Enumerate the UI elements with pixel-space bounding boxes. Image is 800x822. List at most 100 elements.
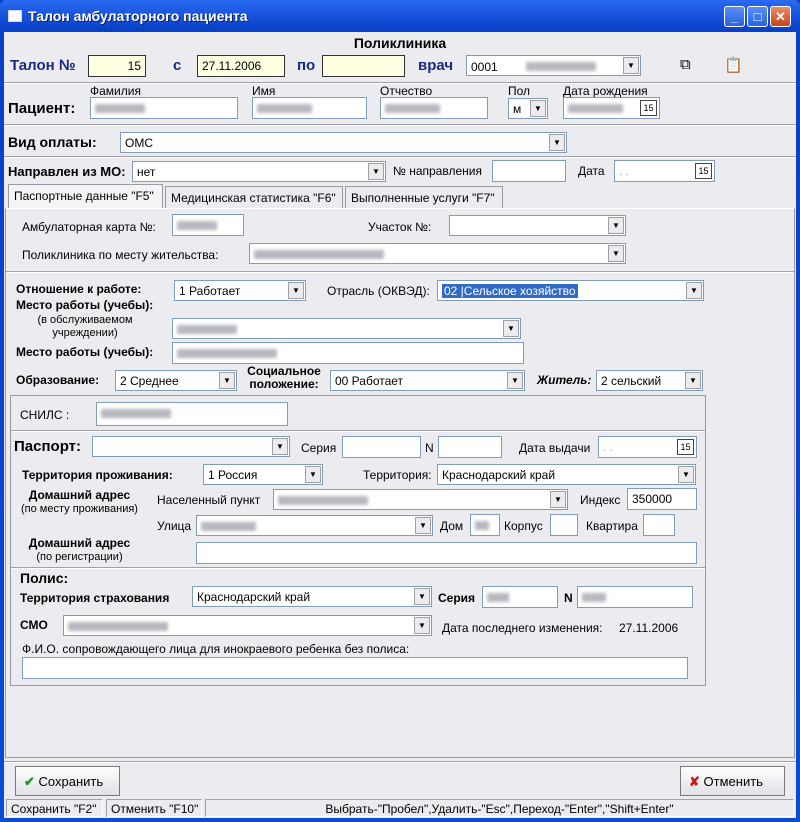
tab-services[interactable]: Выполненные услуги "F7": [345, 186, 503, 208]
snils-input[interactable]: [96, 402, 288, 426]
doctor-combo[interactable]: 0001 ▼: [466, 55, 641, 76]
chevron-down-icon[interactable]: ▼: [415, 517, 431, 534]
industry-combo[interactable]: 02 |Сельское хозяйство ▼: [437, 280, 704, 301]
from-date-input[interactable]: 27.11.2006: [197, 55, 285, 77]
redacted-value: [177, 325, 237, 334]
patronymic-label: Отчество: [380, 84, 433, 98]
to-date-input[interactable]: [322, 55, 405, 77]
referral-combo[interactable]: нет ▼: [132, 161, 386, 182]
referral-number-input[interactable]: [492, 160, 566, 182]
chevron-down-icon[interactable]: ▼: [414, 588, 430, 605]
smo-label: СМО: [20, 618, 48, 632]
payment-combo[interactable]: ОМС ▼: [120, 132, 567, 153]
calendar-icon[interactable]: 15: [640, 100, 657, 116]
workplace-input[interactable]: [172, 342, 524, 364]
birthdate-label: Дата рождения: [563, 84, 648, 98]
resident-label: Житель:: [537, 373, 592, 387]
insurance-territory-combo[interactable]: Краснодарский край ▼: [192, 586, 432, 607]
clinic-label: Поликлиника по месту жительства:: [22, 248, 219, 262]
chevron-down-icon[interactable]: ▼: [608, 245, 624, 262]
chevron-down-icon[interactable]: ▼: [608, 217, 624, 234]
chevron-down-icon[interactable]: ▼: [685, 372, 701, 389]
title-bar[interactable]: Талон амбулаторного пациента _ □ ✕: [0, 0, 800, 32]
chevron-down-icon[interactable]: ▼: [549, 134, 565, 151]
locality-combo[interactable]: ▼: [273, 489, 568, 510]
chevron-down-icon[interactable]: ▼: [503, 320, 519, 337]
copy-icon[interactable]: ⧉: [680, 56, 691, 73]
index-input[interactable]: 350000: [627, 488, 697, 510]
payment-value: ОМС: [125, 136, 153, 150]
referral-value: нет: [137, 165, 156, 179]
companion-input[interactable]: [22, 657, 688, 679]
paste-icon[interactable]: 📋: [724, 56, 743, 74]
chevron-down-icon[interactable]: ▼: [272, 438, 288, 455]
tab-passport-data[interactable]: Паспортные данные "F5": [8, 184, 163, 209]
surname-input[interactable]: [90, 97, 238, 119]
number-input[interactable]: [438, 436, 502, 458]
birthdate-input[interactable]: 15: [563, 97, 660, 119]
series-input[interactable]: [342, 436, 421, 458]
tab-medical-statistics[interactable]: Медицинская статистика "F6": [165, 186, 343, 208]
smo-combo[interactable]: ▼: [63, 615, 432, 636]
workplace-served-combo[interactable]: ▼: [172, 318, 521, 339]
reg-address-input[interactable]: [196, 542, 697, 564]
checkmark-icon: ✔: [24, 774, 35, 789]
card-input[interactable]: [172, 214, 244, 236]
building-input[interactable]: [550, 514, 578, 536]
chevron-down-icon[interactable]: ▼: [686, 282, 702, 299]
chevron-down-icon[interactable]: ▼: [414, 617, 430, 634]
sex-label: Пол: [508, 84, 531, 98]
patronymic-input[interactable]: [380, 97, 488, 119]
clinic-combo[interactable]: ▼: [249, 243, 626, 264]
last-change-value: 27.11.2006: [619, 621, 679, 635]
chevron-down-icon[interactable]: ▼: [288, 282, 304, 299]
divider: [11, 430, 705, 432]
calendar-icon[interactable]: 15: [677, 439, 694, 455]
minimize-button[interactable]: _: [724, 6, 745, 27]
building-label: Корпус: [504, 519, 543, 533]
chevron-down-icon[interactable]: ▼: [219, 372, 235, 389]
flat-input[interactable]: [643, 514, 675, 536]
save-button[interactable]: ✔ Сохранить: [15, 766, 120, 796]
district-combo[interactable]: ▼: [449, 215, 626, 236]
territory-combo[interactable]: Краснодарский край ▼: [437, 464, 696, 485]
issue-date-input[interactable]: . . 15: [598, 436, 697, 458]
residence-territory-combo[interactable]: 1 Россия ▼: [203, 464, 323, 485]
home-address-note: (по месту проживания): [21, 503, 138, 515]
redacted-value: [95, 104, 145, 113]
work-relation-combo[interactable]: 1 Работает ▼: [174, 280, 306, 301]
house-input[interactable]: [470, 514, 500, 536]
policy-series-input[interactable]: [482, 586, 558, 608]
maximize-button[interactable]: □: [747, 6, 768, 27]
redacted-value: [101, 409, 171, 418]
sex-combo[interactable]: м ▼: [508, 98, 548, 119]
calendar-icon[interactable]: 15: [695, 163, 712, 179]
chevron-down-icon[interactable]: ▼: [678, 466, 694, 483]
policy-number-input[interactable]: [577, 586, 693, 608]
residence-territory-value: 1 Россия: [208, 468, 258, 482]
residence-territory-label: Территория проживания:: [22, 468, 173, 482]
chevron-down-icon[interactable]: ▼: [368, 163, 384, 180]
flat-label: Квартира: [586, 519, 638, 533]
resident-combo[interactable]: 2 сельский ▼: [596, 370, 703, 391]
close-button[interactable]: ✕: [770, 6, 791, 27]
home-address-label: Домашний адрес: [28, 488, 131, 502]
talon-number-input[interactable]: 15: [88, 55, 146, 77]
chevron-down-icon[interactable]: ▼: [305, 466, 321, 483]
passport-type-combo[interactable]: ▼: [92, 436, 290, 457]
work-relation-label: Отношение к работе:: [16, 282, 142, 296]
surname-label: Фамилия: [90, 84, 141, 98]
chevron-down-icon[interactable]: ▼: [507, 372, 523, 389]
street-combo[interactable]: ▼: [196, 515, 433, 536]
chevron-down-icon[interactable]: ▼: [550, 491, 566, 508]
chevron-down-icon[interactable]: ▼: [530, 100, 546, 117]
redacted-value: [68, 622, 168, 631]
cancel-button[interactable]: ✘ Отменить: [680, 766, 785, 796]
name-input[interactable]: [252, 97, 367, 119]
chevron-down-icon[interactable]: ▼: [623, 57, 639, 74]
reg-address-note: (по регистрации): [36, 551, 123, 563]
social-combo[interactable]: 00 Работает ▼: [330, 370, 525, 391]
referral-date-input[interactable]: . . 15: [614, 160, 715, 182]
education-combo[interactable]: 2 Среднее ▼: [115, 370, 237, 391]
series-label: Серия: [301, 441, 337, 455]
